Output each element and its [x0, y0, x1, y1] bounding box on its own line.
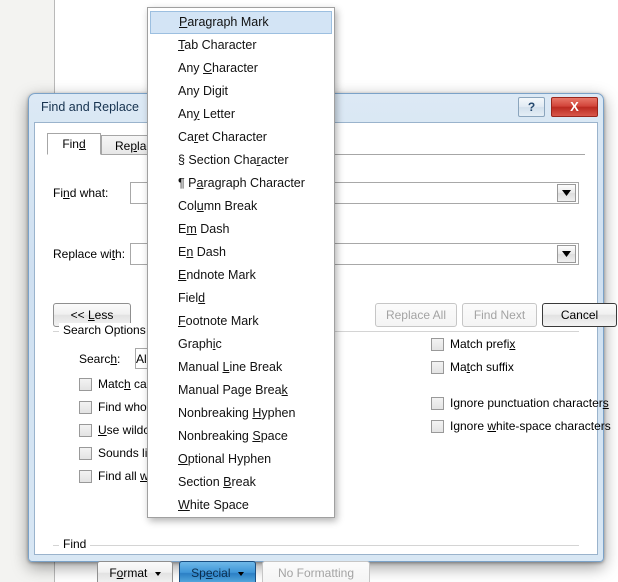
accelerator-key: S: [252, 429, 261, 443]
menu-item-section-character[interactable]: § Section Character: [148, 149, 334, 172]
menu-item-em-dash[interactable]: Em Dash: [148, 218, 334, 241]
replace-all-button[interactable]: Replace All: [375, 303, 457, 327]
find-next-button[interactable]: Find Next: [462, 303, 537, 327]
checkbox-box[interactable]: [431, 360, 444, 374]
checkbox-box[interactable]: [79, 377, 92, 391]
chevron-down-icon[interactable]: [557, 184, 576, 202]
accelerator-key: r: [256, 153, 261, 167]
tab-find[interactable]: Find: [47, 133, 101, 155]
accelerator-key: m: [186, 222, 197, 236]
checkbox-match-suffix[interactable]: Match suffix: [431, 360, 514, 374]
accelerator-key: d: [198, 291, 206, 305]
menu-item-graphic[interactable]: Graphic: [148, 333, 334, 356]
checkbox-box[interactable]: [431, 337, 444, 351]
accelerator-key: L: [222, 360, 230, 374]
find-group: Find Format Special No Formatting: [53, 537, 579, 582]
accelerator-key: H: [252, 406, 262, 420]
accelerator-key: k: [281, 383, 288, 397]
menu-item-nonbreaking-hyphen[interactable]: Nonbreaking Hyphen: [148, 402, 334, 425]
close-icon[interactable]: X: [551, 97, 598, 117]
chevron-down-icon[interactable]: [557, 245, 576, 263]
checkbox-match-prefix[interactable]: Match prefix: [431, 337, 515, 351]
accelerator-key: n: [186, 245, 194, 259]
accelerator-key: W: [178, 498, 190, 512]
accelerator-key: T: [178, 38, 185, 52]
checkbox-ignore-punctuation[interactable]: Ignore punctuation characters: [431, 396, 609, 410]
checkbox-box[interactable]: [79, 423, 92, 437]
menu-item-field[interactable]: Field: [148, 287, 334, 310]
accelerator-key: u: [196, 199, 204, 213]
menu-item-caret-character[interactable]: Caret Character: [148, 126, 334, 149]
no-formatting-button[interactable]: No Formatting: [262, 561, 370, 582]
checkbox-ignore-whitespace[interactable]: Ignore white-space characters: [431, 419, 611, 433]
menu-item-manual-line-break[interactable]: Manual Line Break: [148, 356, 334, 379]
menu-item-nonbreaking-space[interactable]: Nonbreaking Space: [148, 425, 334, 448]
accelerator-key: F: [178, 314, 186, 328]
checkbox-box[interactable]: [79, 446, 92, 460]
menu-item-optional-hyphen[interactable]: Optional Hyphen: [148, 448, 334, 471]
accelerator-key: r: [193, 130, 199, 144]
menu-item-any-digit[interactable]: Any Digit: [148, 80, 334, 103]
accelerator-key: B: [223, 475, 232, 489]
accelerator-key: i: [212, 337, 216, 351]
tab-find-label: Find: [62, 137, 86, 151]
dialog-title: Find and Replace: [41, 100, 139, 114]
checkbox-box[interactable]: [79, 400, 92, 414]
menu-item-any-character[interactable]: Any Character: [148, 57, 334, 80]
find-group-divider: [53, 545, 579, 546]
accelerator-key: y: [193, 107, 200, 121]
find-what-label: Find what:: [53, 186, 109, 200]
menu-item-en-dash[interactable]: En Dash: [148, 241, 334, 264]
accelerator-key: O: [178, 452, 188, 466]
special-dropdown-menu: Paragraph Mark Tab Character Any Character…: [147, 7, 335, 518]
menu-item-footnote-mark[interactable]: Footnote Mark: [148, 310, 334, 333]
accelerator-key: g: [214, 84, 222, 98]
menu-item-paragraph-mark[interactable]: Paragraph Mark: [150, 11, 332, 34]
accelerator-key: C: [203, 61, 213, 75]
replace-with-label: Replace with:: [53, 247, 126, 261]
search-options-label: Search Options: [59, 323, 150, 337]
checkbox-box[interactable]: [431, 419, 444, 433]
caret-down-icon: [154, 571, 161, 576]
menu-item-tab-character[interactable]: Tab Character: [148, 34, 334, 57]
help-button[interactable]: ?: [518, 97, 545, 117]
menu-item-any-letter[interactable]: Any Letter: [148, 103, 334, 126]
checkbox-box[interactable]: [431, 396, 444, 410]
menu-item-endnote-mark[interactable]: Endnote Mark: [148, 264, 334, 287]
find-group-label: Find: [59, 537, 91, 551]
menu-item-manual-page-break[interactable]: Manual Page Break: [148, 379, 334, 402]
menu-item-column-break[interactable]: Column Break: [148, 195, 334, 218]
menu-item-white-space[interactable]: White Space: [148, 494, 334, 517]
format-button[interactable]: Format: [97, 561, 173, 582]
accelerator-key: a: [196, 176, 204, 190]
caret-down-icon: [237, 571, 244, 576]
accelerator-key: P: [179, 15, 188, 29]
cancel-button[interactable]: Cancel: [542, 303, 617, 327]
checkbox-label: Match suffix: [450, 360, 514, 374]
menu-item-section-break[interactable]: Section Break: [148, 471, 334, 494]
checkbox-label: Match prefix: [450, 337, 516, 351]
special-button[interactable]: Special: [179, 561, 256, 582]
accelerator-key: E: [178, 268, 187, 282]
checkbox-label: Ignore punctuation characters: [450, 396, 609, 410]
search-scope-label: Search:: [79, 352, 121, 366]
menu-item-paragraph-character[interactable]: ¶ Paragraph Character: [148, 172, 334, 195]
checkbox-box[interactable]: [79, 469, 92, 483]
checkbox-label: Ignore white-space characters: [450, 419, 611, 433]
